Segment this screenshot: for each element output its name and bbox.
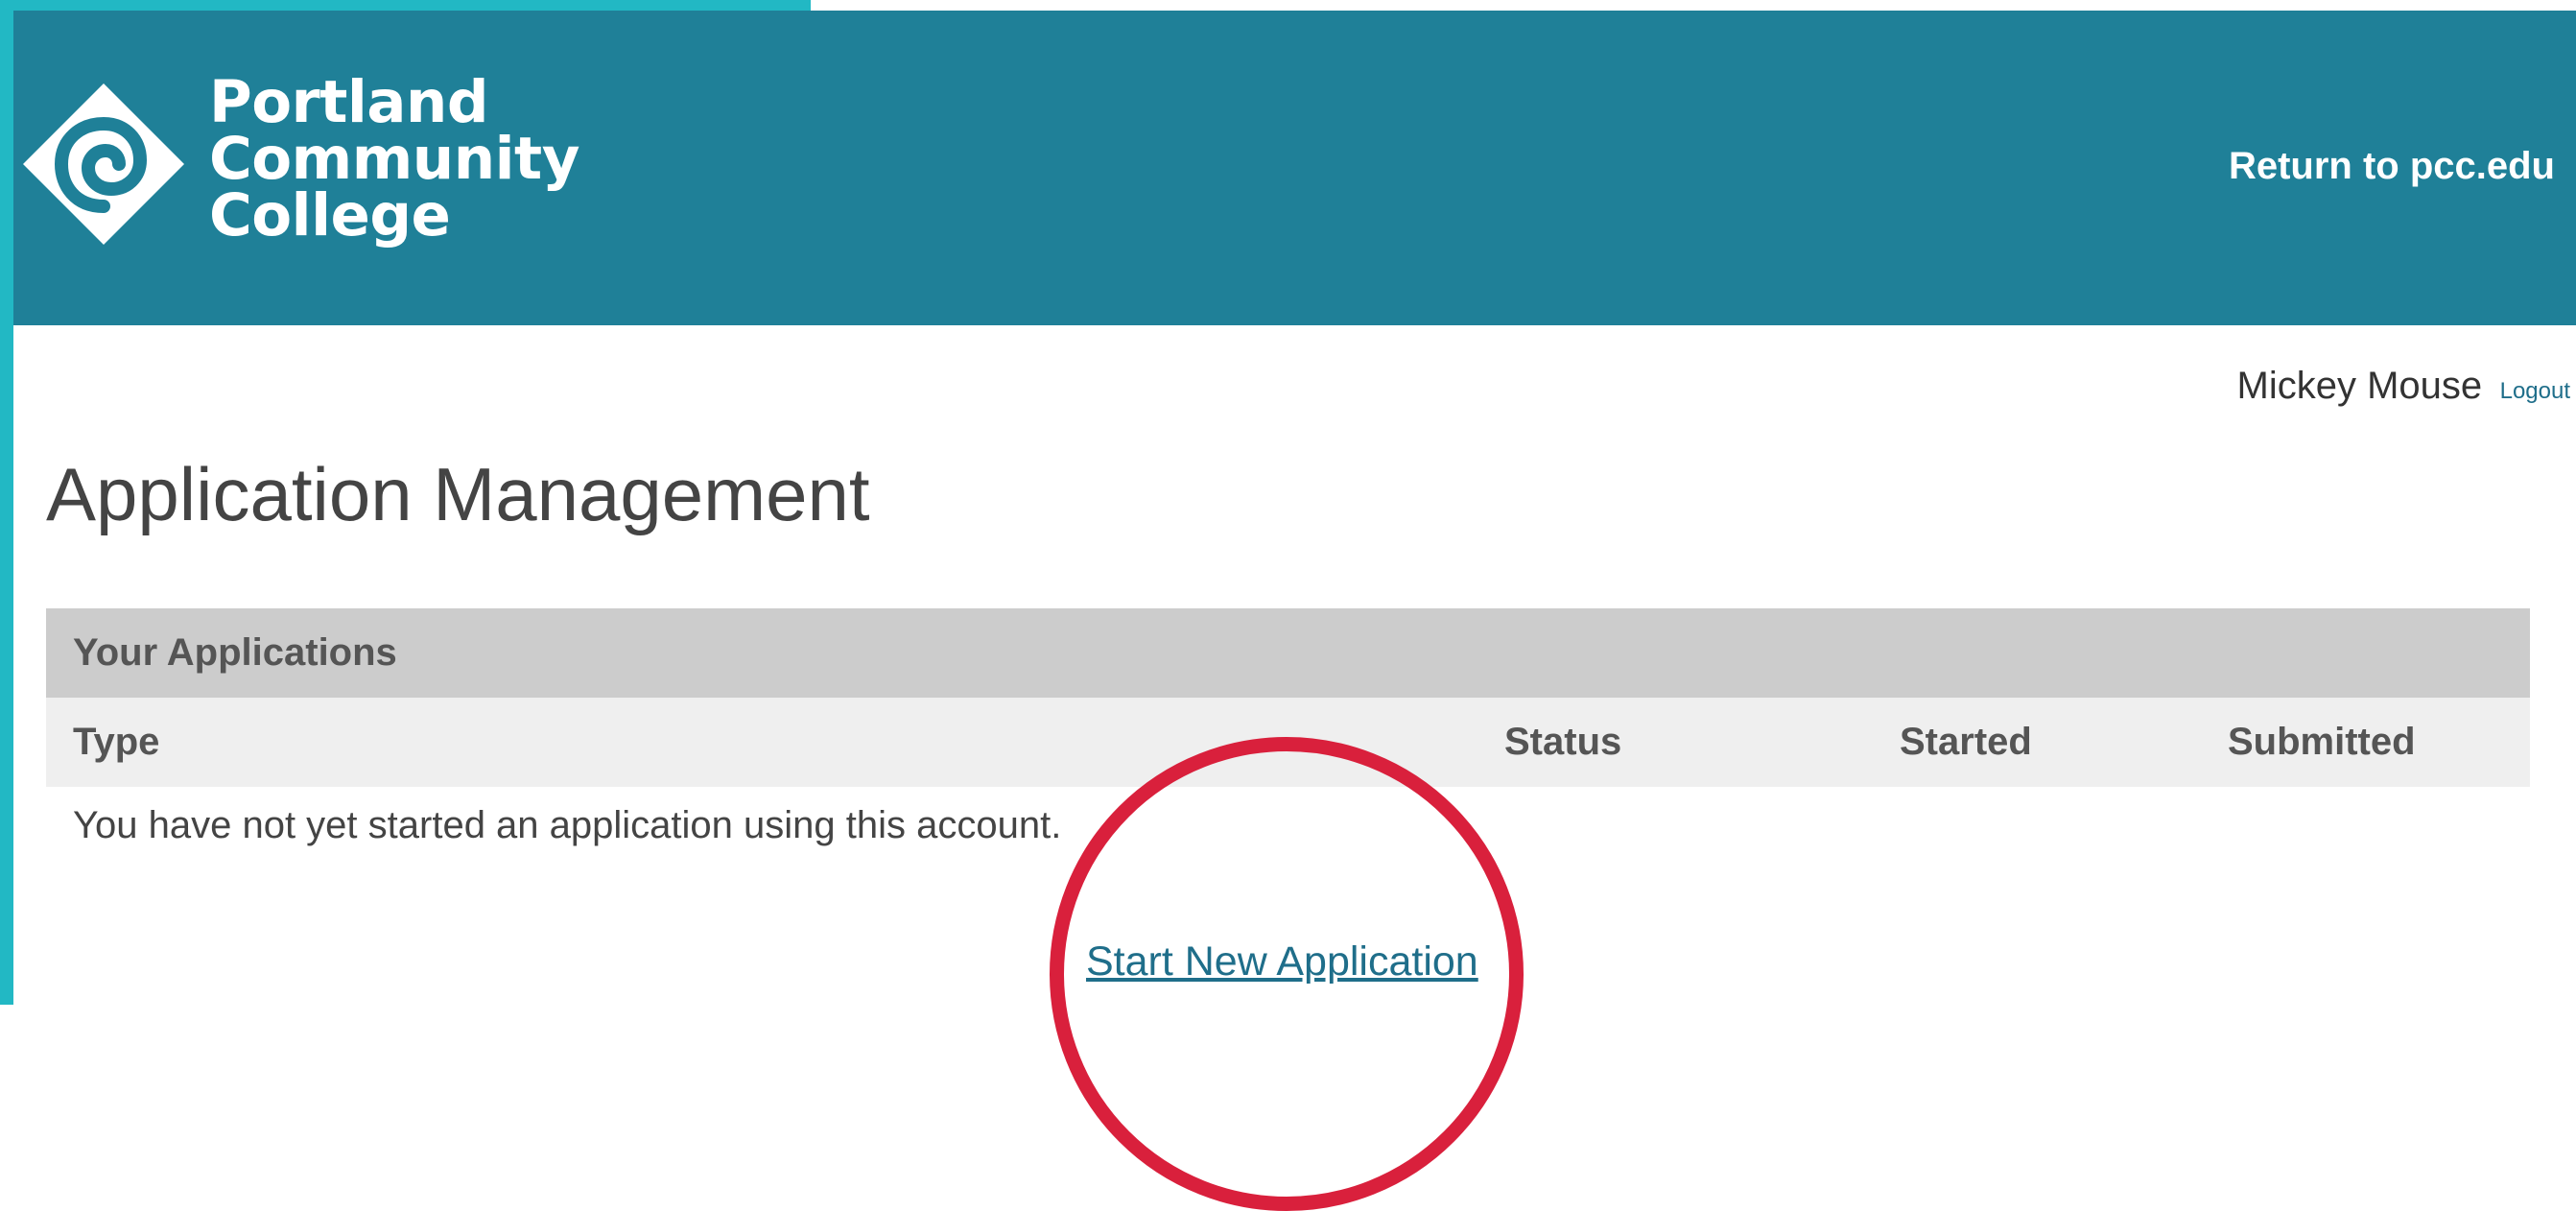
table-header-row: Type Status Started Submitted <box>46 698 2530 787</box>
logo-line-portland: Portland <box>209 68 489 136</box>
start-new-application-link[interactable]: Start New Application <box>1086 938 1478 985</box>
logo-line-college: College <box>209 181 451 249</box>
college-logo[interactable]: Portland Community College <box>21 68 606 266</box>
empty-applications-message: You have not yet started an application … <box>73 804 1062 846</box>
page-title: Application Management <box>46 452 870 536</box>
panel-title: Your Applications <box>46 608 2530 698</box>
return-to-pcc-link[interactable]: Return to pcc.edu <box>2229 145 2555 188</box>
column-header-submitted: Submitted <box>2228 721 2416 763</box>
user-name: Mickey Mouse <box>2236 365 2483 407</box>
column-header-type: Type <box>73 721 160 763</box>
accent-strip-left <box>0 0 13 1005</box>
user-area: Mickey Mouse Logout <box>2237 365 2570 408</box>
column-header-started: Started <box>1900 721 2032 763</box>
college-name: Portland Community College <box>209 68 579 249</box>
site-header: Portland Community College Return to pcc… <box>13 11 2576 325</box>
accent-strip-top <box>0 0 811 11</box>
logo-line-community: Community <box>209 125 579 193</box>
spiral-diamond-icon <box>23 83 184 245</box>
logout-link[interactable]: Logout <box>2500 378 2570 404</box>
applications-panel: Your Applications Type Status Started Su… <box>46 608 2530 787</box>
column-header-status: Status <box>1504 721 1622 763</box>
